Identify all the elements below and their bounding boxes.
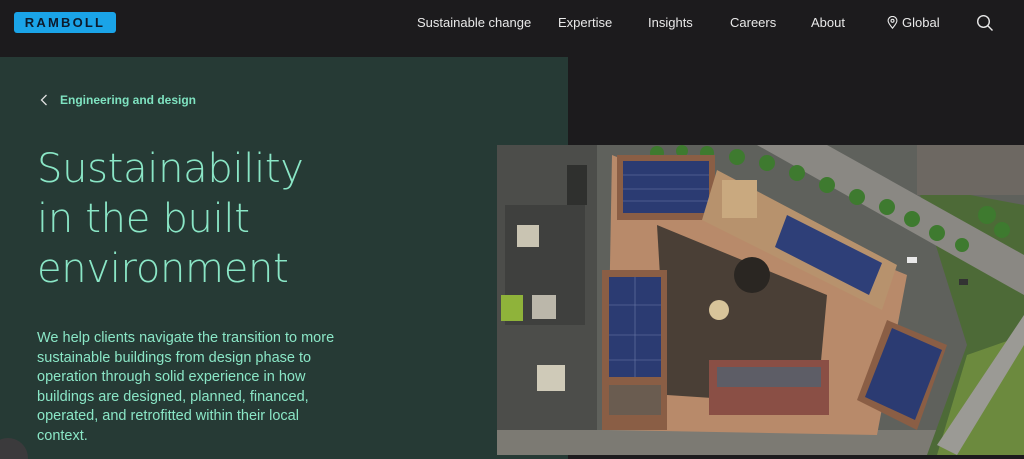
nav-about[interactable]: About xyxy=(811,15,845,30)
nav-global-label: Global xyxy=(902,15,940,30)
aerial-building-illustration xyxy=(497,145,1024,455)
nav-expertise[interactable]: Expertise xyxy=(558,15,612,30)
top-navigation: RAMBOLL Sustainable change Expertise Ins… xyxy=(0,0,1024,46)
nav-insights[interactable]: Insights xyxy=(648,15,693,30)
title-line-1: Sustainability xyxy=(37,146,304,192)
chevron-left-icon xyxy=(40,94,47,106)
nav-global-selector[interactable]: Global xyxy=(887,15,940,30)
page-title: Sustainability in the built environment xyxy=(37,144,477,294)
search-icon xyxy=(976,14,993,31)
nav-sustainable-change[interactable]: Sustainable change xyxy=(417,15,531,30)
intro-paragraph: We help clients navigate the transition … xyxy=(37,330,335,444)
breadcrumb-back-link[interactable]: Engineering and design xyxy=(40,93,196,107)
hero-aerial-image xyxy=(497,145,1024,455)
search-button[interactable] xyxy=(976,14,994,32)
title-line-2: in the built xyxy=(37,196,250,242)
breadcrumb-label: Engineering and design xyxy=(60,93,197,107)
title-line-3: environment xyxy=(37,246,289,292)
logo-text: RAMBOLL xyxy=(24,15,106,30)
location-pin-icon xyxy=(887,16,898,29)
ramboll-logo[interactable]: RAMBOLL xyxy=(14,12,116,33)
nav-careers[interactable]: Careers xyxy=(730,15,776,30)
